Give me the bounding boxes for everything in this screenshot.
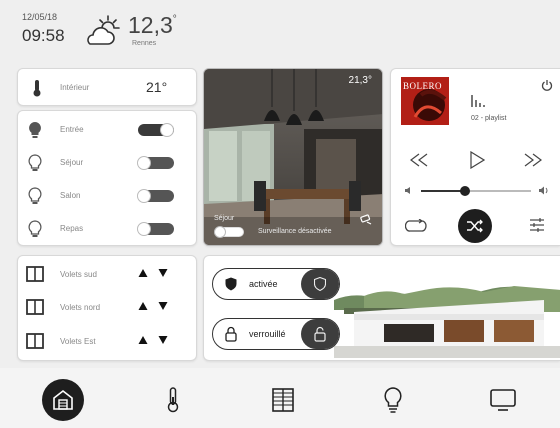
power-icon[interactable] — [541, 79, 553, 91]
nav-lights[interactable] — [372, 379, 414, 421]
time-display: 09:58 — [22, 26, 65, 45]
thermometer-icon — [167, 387, 179, 413]
shield-outline-icon — [314, 277, 326, 291]
alarm-status: activée — [249, 279, 278, 289]
nav-media[interactable] — [482, 379, 524, 421]
home-icon — [53, 389, 73, 410]
volume-slider[interactable] — [421, 186, 531, 196]
shutter-down-button-nord[interactable] — [158, 301, 168, 311]
window-icon — [26, 266, 44, 282]
equalizer-settings-icon[interactable] — [529, 217, 545, 233]
lightbulb-icon — [28, 187, 42, 204]
shutter-label-nord: Volets nord — [60, 303, 101, 312]
light-label-sejour: Séjour — [60, 158, 84, 167]
equalizer-icon — [471, 95, 485, 107]
lights-card: Entrée Séjour Salon Repas — [17, 110, 197, 246]
climate-value: 21° — [146, 79, 168, 95]
lightbulb-icon — [29, 122, 41, 138]
repeat-icon[interactable] — [405, 219, 427, 233]
lock-icon — [225, 326, 237, 342]
security-card: activée verrouillé — [203, 255, 560, 361]
shutter-up-button-est[interactable] — [138, 335, 148, 345]
house-image — [334, 286, 560, 358]
media-card: BOLERO 02 - playlist — [390, 68, 560, 246]
light-toggle-sejour[interactable] — [137, 156, 174, 170]
lightbulb-icon — [28, 154, 42, 171]
camera-room-label: Séjour — [214, 215, 235, 222]
nav-home[interactable] — [42, 379, 84, 421]
sun-cloud-icon — [87, 15, 120, 45]
play-icon[interactable] — [469, 151, 485, 169]
shutter-up-button-nord[interactable] — [138, 301, 148, 311]
light-toggle-entree[interactable] — [138, 123, 174, 137]
city-label: Rennes — [132, 40, 157, 47]
rewind-icon[interactable] — [409, 153, 429, 167]
track-label: 02 - playlist — [471, 115, 507, 122]
light-label-salon: Salon — [60, 191, 81, 200]
nav-temperature[interactable] — [152, 379, 194, 421]
shuffle-icon — [467, 219, 483, 233]
surveillance-label: Surveillance désactivée — [258, 228, 332, 235]
camera-icon[interactable] — [360, 213, 374, 225]
shutters-icon — [272, 388, 294, 412]
lock-toggle-knob — [301, 319, 339, 349]
shield-icon — [225, 277, 237, 291]
alarm-toggle-knob — [301, 269, 339, 299]
shutter-down-button-sud[interactable] — [158, 268, 168, 278]
light-label-entree: Entrée — [60, 125, 84, 134]
lightbulb-icon — [384, 387, 402, 413]
shutter-label-sud: Volets sud — [60, 270, 97, 279]
shutter-label-est: Volets Est — [60, 337, 96, 346]
thermometer-icon — [33, 80, 41, 97]
outdoor-temperature: 12,3° — [128, 12, 177, 38]
monitor-icon — [490, 389, 516, 411]
camera-card[interactable]: 21,3° Séjour Surveillance désactivée — [203, 68, 383, 246]
shuffle-button[interactable] — [458, 209, 492, 243]
light-toggle-repas[interactable] — [137, 222, 174, 236]
lock-toggle[interactable]: verrouillé — [212, 318, 340, 350]
window-icon — [26, 299, 44, 315]
light-toggle-salon[interactable] — [137, 189, 174, 203]
lightbulb-icon — [28, 220, 42, 237]
shutter-up-button-sud[interactable] — [138, 268, 148, 278]
lock-status: verrouillé — [249, 329, 286, 339]
alarm-toggle[interactable]: activée — [212, 268, 340, 300]
date-display: 12/05/18 — [22, 12, 58, 22]
light-label-repas: Repas — [60, 224, 84, 233]
climate-card[interactable]: Intérieur 21° — [17, 68, 197, 106]
surveillance-toggle[interactable] — [214, 226, 244, 238]
climate-label: Intérieur — [60, 83, 90, 92]
window-icon — [26, 333, 44, 349]
nav-shutters[interactable] — [262, 379, 304, 421]
album-title: BOLERO — [403, 81, 442, 91]
unlock-icon — [314, 326, 326, 342]
shutter-down-button-est[interactable] — [158, 335, 168, 345]
volume-slider-fill — [421, 190, 465, 192]
shutters-card: Volets sud Volets nord Volets Est — [17, 255, 197, 361]
volume-slider-handle[interactable] — [460, 186, 470, 196]
volume-low-icon — [405, 187, 410, 194]
fast-forward-icon[interactable] — [523, 153, 543, 167]
camera-temperature: 21,3° — [348, 75, 372, 86]
volume-high-icon — [539, 186, 548, 195]
